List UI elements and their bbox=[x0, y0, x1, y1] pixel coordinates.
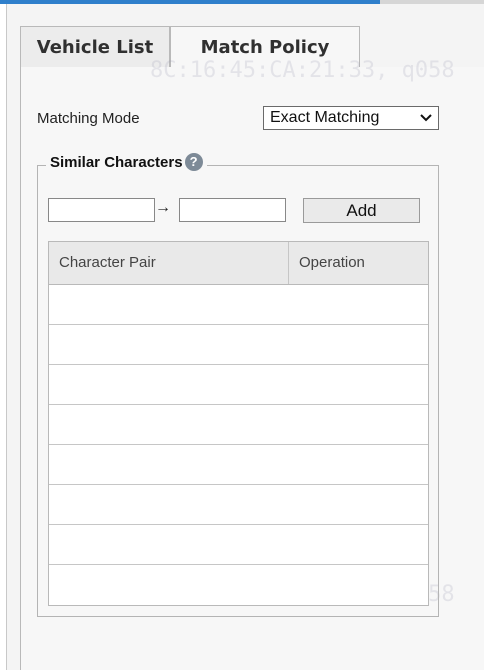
similar-characters-title: Similar Characters bbox=[50, 153, 183, 171]
matching-mode-value: Exact Matching bbox=[270, 109, 380, 126]
table-row bbox=[49, 485, 428, 525]
help-icon[interactable]: ? bbox=[184, 153, 203, 171]
similar-characters-legend: Similar Characters ? bbox=[46, 153, 207, 171]
matching-mode-select[interactable]: Exact Matching bbox=[263, 106, 439, 130]
target-character-input[interactable] bbox=[179, 198, 286, 222]
table-row bbox=[49, 405, 428, 445]
matching-mode-label: Matching Mode bbox=[37, 110, 140, 127]
arrow-icon: → bbox=[155, 199, 171, 216]
table-header: Character Pair Operation bbox=[49, 242, 428, 285]
chevron-down-icon bbox=[420, 107, 432, 135]
source-character-input[interactable] bbox=[48, 198, 155, 222]
column-character-pair: Character Pair bbox=[49, 242, 289, 284]
tab-vehicle-list[interactable]: Vehicle List bbox=[20, 26, 170, 68]
table-row bbox=[49, 365, 428, 405]
watermark-top: 8C:16:45:CA:21:33, q058 bbox=[150, 58, 455, 83]
table-row bbox=[49, 445, 428, 485]
column-operation: Operation bbox=[299, 254, 365, 271]
table-row bbox=[49, 565, 428, 605]
table-row bbox=[49, 285, 428, 325]
add-button[interactable]: Add bbox=[303, 198, 420, 223]
table-row bbox=[49, 525, 428, 565]
character-pair-table: Character Pair Operation bbox=[48, 241, 429, 606]
table-row bbox=[49, 325, 428, 365]
